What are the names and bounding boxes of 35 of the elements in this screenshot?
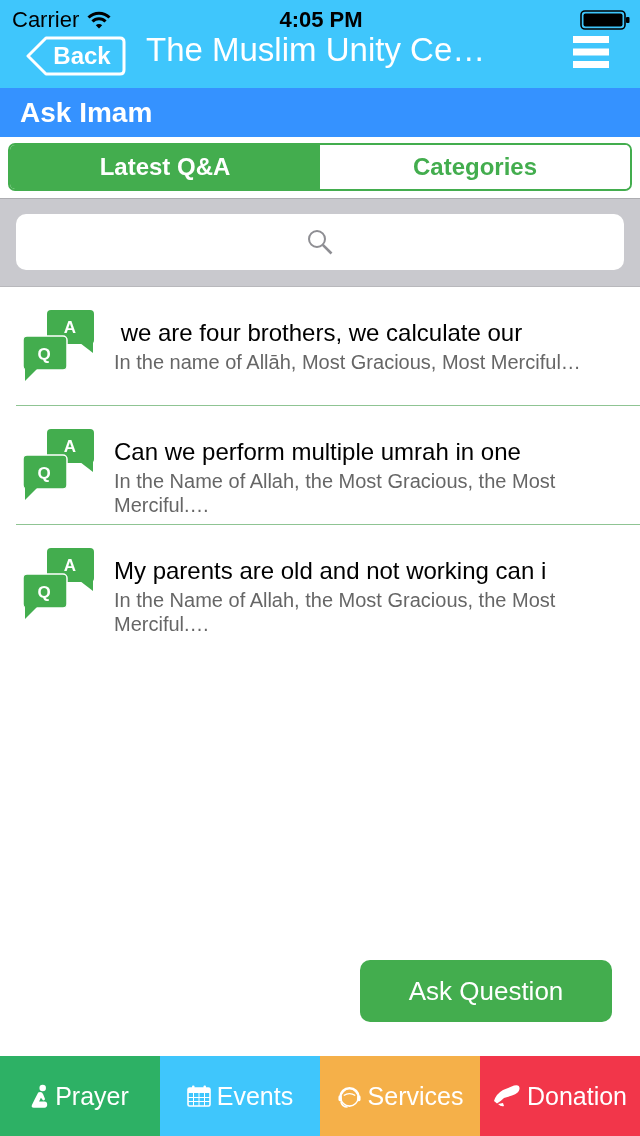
question-item[interactable]: A Q Can we perform multiple umrah in one In the Name of Allah, the Most Gracious, the Most Merciful.… xyxy=(16,406,640,525)
tab-bar-item[interactable]: Prayer xyxy=(0,1056,160,1136)
speech-bubble-icon xyxy=(22,573,68,619)
bubble-letter: A xyxy=(63,318,77,337)
hand-icon xyxy=(492,1084,521,1108)
bubble-letter: Q xyxy=(37,464,51,483)
wifi-icon xyxy=(87,11,112,29)
speech-bubble-icon xyxy=(22,335,68,381)
battery-icon xyxy=(580,10,630,30)
answer-excerpt: In the name of Allāh, Most Gracious, Most Merciful… xyxy=(114,350,582,374)
bubble-letter: A xyxy=(63,437,77,456)
bubble-letter: Q xyxy=(37,583,51,602)
ask-question-button[interactable]: Ask Question xyxy=(360,960,612,1022)
tab-bar-item[interactable]: Events xyxy=(160,1056,320,1136)
question-title: My parents are old and not working can i xyxy=(114,556,548,586)
back-button[interactable]: Back xyxy=(26,36,126,76)
kneeling-person-icon xyxy=(31,1084,50,1108)
segment-tab[interactable]: Latest Q&A xyxy=(10,145,320,189)
section-title: Ask Imam xyxy=(20,96,153,129)
question-title: we are four brothers, we calculate our xyxy=(119,318,524,348)
bubble-letter: Q xyxy=(37,345,51,364)
answer-excerpt: In the Name of Allah, the Most Gracious, the Most Merciful.… xyxy=(114,469,557,517)
bubble-letter: A xyxy=(63,556,77,575)
question-item[interactable]: A Q we are four brothers, we calculate our In the name of Allāh, Most Gracious, Most Merciful… xyxy=(16,287,640,406)
answer-excerpt: In the Name of Allah, the Most Gracious, the Most Merciful.… xyxy=(114,588,557,636)
carrier-name: Carrier xyxy=(12,6,80,34)
tab-bar-item[interactable]: Services xyxy=(320,1056,480,1136)
menu-icon[interactable] xyxy=(573,36,609,68)
question-title: Can we perform multiple umrah in one xyxy=(114,437,522,467)
search-icon xyxy=(307,229,333,255)
question-item[interactable]: A Q My parents are old and not working can i In the Name of Allah, the Most Gracious, the Most Merciful.… xyxy=(16,525,640,644)
tab-bar-item[interactable]: Donation xyxy=(480,1056,640,1136)
calendar-icon xyxy=(186,1085,211,1107)
speech-bubble-icon xyxy=(22,454,68,500)
search-field[interactable] xyxy=(16,214,624,270)
